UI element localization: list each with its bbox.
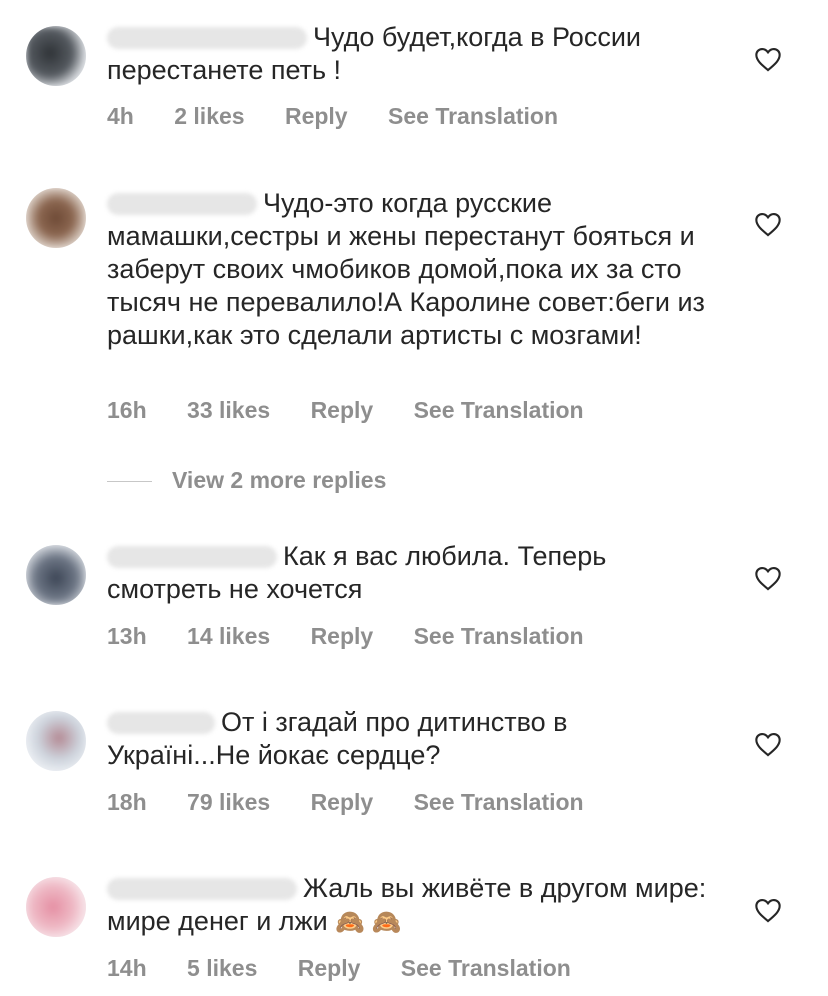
avatar[interactable] xyxy=(26,711,86,771)
comment-text: Чудо-это когда русские мамашки,сестры и … xyxy=(107,188,705,350)
comment-meta: 14h 5 likes Reply See Translation xyxy=(107,955,605,982)
likes-count[interactable]: 33 likes xyxy=(187,397,270,423)
timestamp: 4h xyxy=(107,103,134,129)
likes-count[interactable]: 79 likes xyxy=(187,789,270,815)
monkey-emoji-icon: 🙈 🙈 xyxy=(335,909,402,936)
username-blurred[interactable] xyxy=(107,878,297,900)
timestamp: 16h xyxy=(107,397,147,423)
heart-icon[interactable] xyxy=(754,565,782,591)
avatar[interactable] xyxy=(26,188,86,248)
see-translation-button[interactable]: See Translation xyxy=(401,955,571,981)
comment-meta: 18h 79 likes Reply See Translation xyxy=(107,789,618,816)
heart-icon[interactable] xyxy=(754,731,782,757)
avatar[interactable] xyxy=(26,877,86,937)
timestamp: 18h xyxy=(107,789,147,815)
avatar[interactable] xyxy=(26,26,86,86)
reply-button[interactable]: Reply xyxy=(285,103,348,129)
comment-text: От і згадай про дитинство в Україні...Не… xyxy=(107,707,568,770)
username-blurred[interactable] xyxy=(107,712,215,734)
timestamp: 13h xyxy=(107,623,147,649)
avatar[interactable] xyxy=(26,545,86,605)
divider-line xyxy=(107,481,152,483)
reply-button[interactable]: Reply xyxy=(311,397,374,423)
comment-meta: 13h 14 likes Reply See Translation xyxy=(107,623,618,650)
heart-icon[interactable] xyxy=(754,46,782,72)
reply-button[interactable]: Reply xyxy=(311,789,374,815)
comment-text: Как я вас любила. Теперь смотреть не хоч… xyxy=(107,541,607,604)
comment-meta: 4h 2 likes Reply See Translation xyxy=(107,103,592,130)
comment-text: Жаль вы живёте в другом мире: мире денег… xyxy=(107,872,717,939)
see-translation-button[interactable]: See Translation xyxy=(414,623,584,649)
likes-count[interactable]: 5 likes xyxy=(187,955,257,981)
view-more-replies-button[interactable]: View 2 more replies xyxy=(107,467,386,494)
username-blurred[interactable] xyxy=(107,27,307,49)
comment-meta: 16h 33 likes Reply See Translation xyxy=(107,397,618,424)
reply-button[interactable]: Reply xyxy=(311,623,374,649)
see-translation-button[interactable]: See Translation xyxy=(414,789,584,815)
heart-icon[interactable] xyxy=(754,897,782,923)
heart-icon[interactable] xyxy=(754,211,782,237)
username-blurred[interactable] xyxy=(107,546,277,568)
reply-button[interactable]: Reply xyxy=(298,955,361,981)
likes-count[interactable]: 2 likes xyxy=(174,103,244,129)
see-translation-button[interactable]: See Translation xyxy=(414,397,584,423)
username-blurred[interactable] xyxy=(107,193,257,215)
likes-count[interactable]: 14 likes xyxy=(187,623,270,649)
see-translation-button[interactable]: See Translation xyxy=(388,103,558,129)
timestamp: 14h xyxy=(107,955,147,981)
comment-text: Чудо будет,когда в России перестанете пе… xyxy=(107,22,641,85)
